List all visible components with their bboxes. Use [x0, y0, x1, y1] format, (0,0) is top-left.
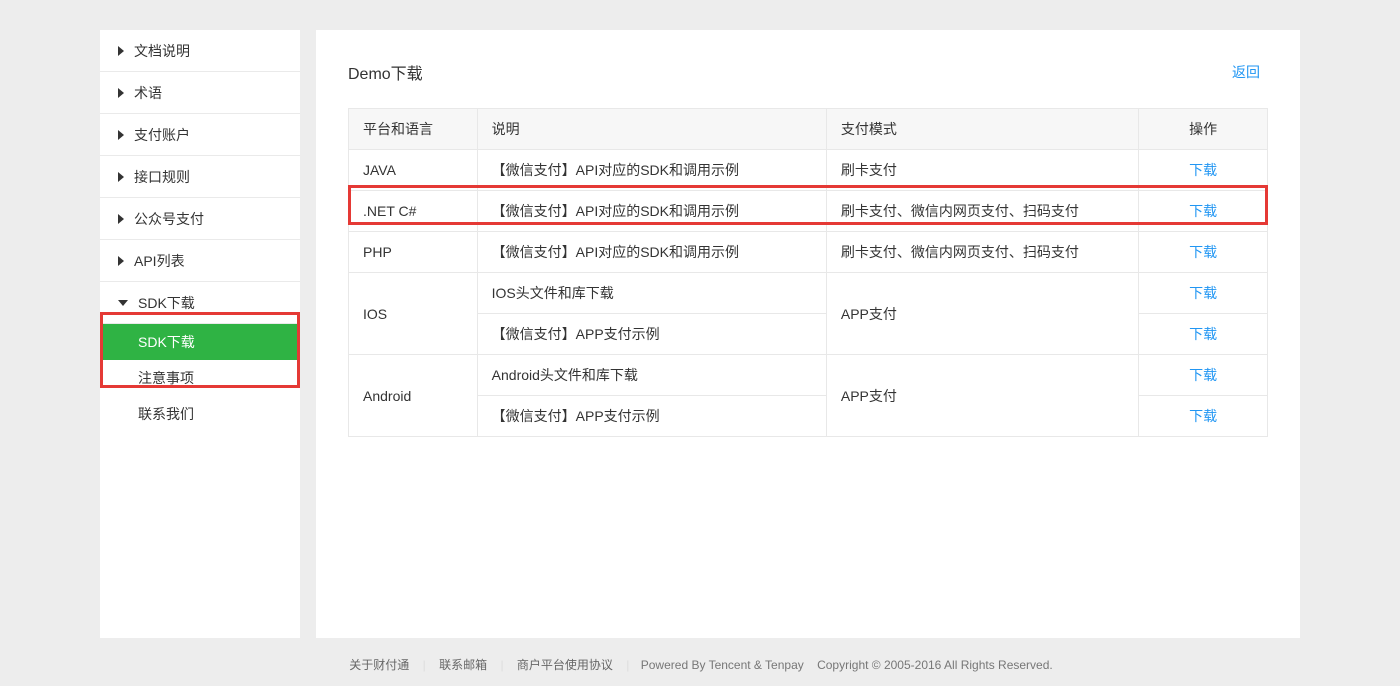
th-platform: 平台和语言 — [349, 109, 478, 150]
main-header: Demo下载 返回 — [316, 60, 1300, 108]
cell-platform: PHP — [349, 232, 478, 273]
separator: | — [423, 658, 426, 672]
sidebar-item-label: API列表 — [134, 251, 185, 271]
sidebar-item-api[interactable]: API列表 — [100, 240, 300, 282]
table-row: Android Android头文件和库下载 APP支付 下载 — [349, 355, 1268, 396]
cell-mode: 刷卡支付 — [826, 150, 1138, 191]
sidebar-item-docs[interactable]: 文档说明 — [100, 30, 300, 72]
table-header-row: 平台和语言 说明 支付模式 操作 — [349, 109, 1268, 150]
footer-powered: Powered By Tencent & Tenpay — [641, 658, 804, 672]
chevron-right-icon — [118, 256, 124, 266]
download-link[interactable]: 下载 — [1189, 162, 1217, 178]
download-link[interactable]: 下载 — [1189, 408, 1217, 424]
sidebar-subitem-sdk-download[interactable]: SDK下载 — [100, 324, 300, 360]
sidebar-item-sdk[interactable]: SDK下载 — [100, 282, 300, 324]
download-link[interactable]: 下载 — [1189, 367, 1217, 383]
chevron-down-icon — [118, 300, 128, 306]
sidebar-subitem-label: SDK下载 — [138, 334, 195, 350]
separator: | — [500, 658, 503, 672]
th-action: 操作 — [1139, 109, 1268, 150]
cell-platform: IOS — [349, 273, 478, 355]
cell-mode: 刷卡支付、微信内网页支付、扫码支付 — [826, 232, 1138, 273]
table-row: JAVA 【微信支付】API对应的SDK和调用示例 刷卡支付 下载 — [349, 150, 1268, 191]
cell-desc: 【微信支付】API对应的SDK和调用示例 — [477, 232, 826, 273]
cell-desc: 【微信支付】API对应的SDK和调用示例 — [477, 150, 826, 191]
sidebar-subitem-notice[interactable]: 注意事项 — [100, 360, 300, 396]
sidebar-subitem-label: 联系我们 — [138, 406, 194, 422]
sidebar-subitem-label: 注意事项 — [138, 370, 194, 386]
sidebar-item-label: 术语 — [134, 83, 162, 103]
th-desc: 说明 — [477, 109, 826, 150]
sidebar-item-rules[interactable]: 接口规则 — [100, 156, 300, 198]
page-title: Demo下载 — [348, 60, 423, 84]
download-link[interactable]: 下载 — [1189, 203, 1217, 219]
sidebar-subitem-contact[interactable]: 联系我们 — [100, 396, 300, 432]
sidebar-item-label: 文档说明 — [134, 41, 190, 61]
footer-agreement-link[interactable]: 商户平台使用协议 — [517, 658, 613, 672]
sdk-table: 平台和语言 说明 支付模式 操作 JAVA 【微信支付】API对应的SDK和调用… — [348, 108, 1268, 437]
footer-about-link[interactable]: 关于财付通 — [349, 658, 409, 672]
cell-platform: .NET C# — [349, 191, 478, 232]
th-mode: 支付模式 — [826, 109, 1138, 150]
table-row: PHP 【微信支付】API对应的SDK和调用示例 刷卡支付、微信内网页支付、扫码… — [349, 232, 1268, 273]
chevron-right-icon — [118, 88, 124, 98]
cell-mode: APP支付 — [826, 273, 1138, 355]
sidebar-item-label: 支付账户 — [134, 125, 190, 145]
cell-mode: APP支付 — [826, 355, 1138, 437]
cell-platform: JAVA — [349, 150, 478, 191]
chevron-right-icon — [118, 130, 124, 140]
table-row: IOS IOS头文件和库下载 APP支付 下载 — [349, 273, 1268, 314]
chevron-right-icon — [118, 214, 124, 224]
footer-contact-link[interactable]: 联系邮箱 — [439, 658, 487, 672]
download-link[interactable]: 下载 — [1189, 326, 1217, 342]
chevron-right-icon — [118, 46, 124, 56]
footer: 关于财付通 | 联系邮箱 | 商户平台使用协议 | Powered By Ten… — [0, 638, 1400, 673]
cell-desc: 【微信支付】APP支付示例 — [477, 314, 826, 355]
sidebar-item-account[interactable]: 支付账户 — [100, 114, 300, 156]
separator: | — [626, 658, 629, 672]
sidebar-item-label: SDK下载 — [138, 293, 195, 313]
sidebar-item-label: 公众号支付 — [134, 209, 204, 229]
download-link[interactable]: 下载 — [1189, 285, 1217, 301]
cell-platform: Android — [349, 355, 478, 437]
sidebar: 文档说明 术语 支付账户 接口规则 公众号支付 API列表 SDK下载 SDK下… — [100, 30, 300, 638]
download-link[interactable]: 下载 — [1189, 244, 1217, 260]
sidebar-item-publicpay[interactable]: 公众号支付 — [100, 198, 300, 240]
cell-mode: 刷卡支付、微信内网页支付、扫码支付 — [826, 191, 1138, 232]
cell-desc: 【微信支付】APP支付示例 — [477, 396, 826, 437]
cell-desc: 【微信支付】API对应的SDK和调用示例 — [477, 191, 826, 232]
table-row: .NET C# 【微信支付】API对应的SDK和调用示例 刷卡支付、微信内网页支… — [349, 191, 1268, 232]
cell-desc: Android头文件和库下载 — [477, 355, 826, 396]
sidebar-item-label: 接口规则 — [134, 167, 190, 187]
chevron-right-icon — [118, 172, 124, 182]
main-panel: Demo下载 返回 平台和语言 说明 支付模式 操作 J — [316, 30, 1300, 638]
footer-copyright: Copyright © 2005-2016 All Rights Reserve… — [817, 658, 1053, 672]
sidebar-item-terms[interactable]: 术语 — [100, 72, 300, 114]
back-link[interactable]: 返回 — [1232, 62, 1260, 82]
cell-desc: IOS头文件和库下载 — [477, 273, 826, 314]
